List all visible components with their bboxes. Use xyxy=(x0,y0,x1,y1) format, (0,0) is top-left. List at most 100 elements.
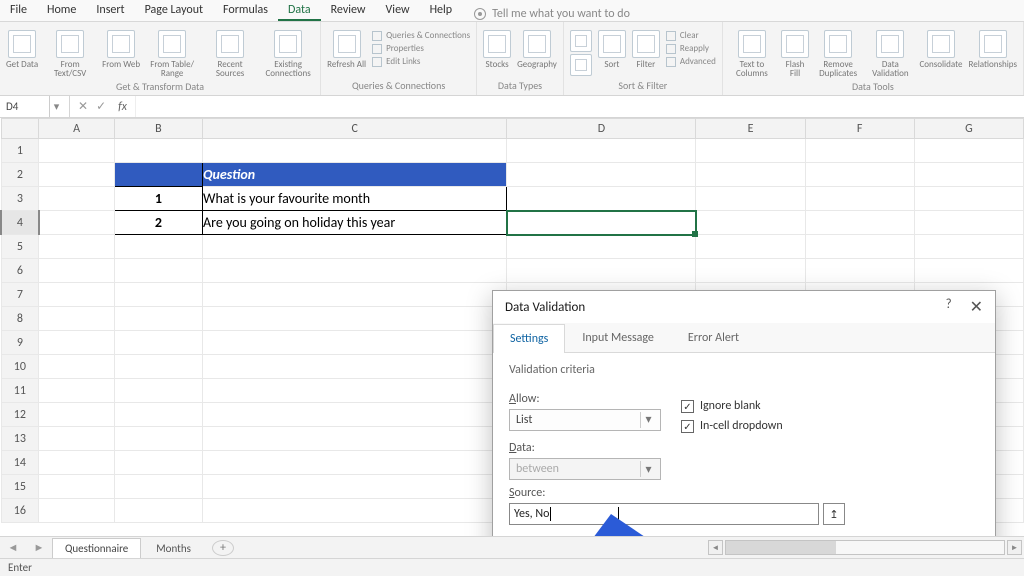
dialog-tab-input-message[interactable]: Input Message xyxy=(565,323,671,352)
col-D[interactable]: D xyxy=(507,119,696,139)
row-1[interactable]: 1 xyxy=(1,139,39,163)
from-textcsv-button[interactable]: From Text/CSV xyxy=(44,26,96,78)
clear-filter-button[interactable]: Clear xyxy=(666,30,716,41)
refresh-all-button[interactable]: Refresh All xyxy=(327,26,366,69)
name-box-dropdown-icon[interactable]: ▾ xyxy=(49,96,63,117)
sort-label: Sort xyxy=(604,60,619,69)
stocks-button[interactable]: Stocks xyxy=(483,26,511,69)
sheet-nav-next-icon[interactable]: ► xyxy=(26,541,52,554)
row-6[interactable]: 6 xyxy=(1,259,39,283)
cell-C4[interactable]: Are you going on holiday this year xyxy=(203,211,507,235)
col-C[interactable]: C xyxy=(203,119,507,139)
row-16[interactable]: 16 xyxy=(1,499,39,523)
cell-B4[interactable]: 2 xyxy=(114,211,202,235)
from-web-icon xyxy=(107,30,135,58)
text-to-columns-button[interactable]: Text to Columns xyxy=(729,26,775,78)
dialog-close-button[interactable]: ✕ xyxy=(970,297,983,317)
existing-connections-button[interactable]: Existing Connections xyxy=(262,26,314,78)
tab-data[interactable]: Data xyxy=(278,0,321,21)
reapply-label: Reapply xyxy=(680,43,709,54)
row-13[interactable]: 13 xyxy=(1,427,39,451)
row-8[interactable]: 8 xyxy=(1,307,39,331)
reapply-button[interactable]: Reapply xyxy=(666,43,716,54)
dialog-help-button[interactable]: ? xyxy=(946,297,952,317)
name-box[interactable]: D4 ▾ xyxy=(0,96,70,117)
col-E[interactable]: E xyxy=(696,119,805,139)
cancel-entry-icon[interactable]: ✕ xyxy=(78,99,88,114)
filter-button[interactable]: Filter xyxy=(632,26,660,69)
row-2[interactable]: 2 xyxy=(1,163,39,187)
cell-B2[interactable] xyxy=(114,163,202,187)
properties-button[interactable]: Properties xyxy=(372,43,470,54)
row-14[interactable]: 14 xyxy=(1,451,39,475)
edit-links-button[interactable]: Edit Links xyxy=(372,56,470,67)
remove-duplicates-button[interactable]: Remove Duplicates xyxy=(815,26,861,78)
scroll-left-icon[interactable]: ◄ xyxy=(708,540,723,555)
get-data-button[interactable]: Get Data xyxy=(6,26,38,69)
tell-me-search[interactable]: Tell me what you want to do xyxy=(474,7,630,21)
tab-pagelayout[interactable]: Page Layout xyxy=(135,0,213,21)
fx-icon[interactable]: fx xyxy=(114,100,127,114)
cell-C2[interactable]: Question xyxy=(203,163,507,187)
cell-C3[interactable]: What is your favourite month xyxy=(203,187,507,211)
confirm-entry-icon[interactable]: ✓ xyxy=(96,99,106,114)
dialog-tab-settings[interactable]: Settings xyxy=(493,324,565,353)
sheet-tab-questionnaire[interactable]: Questionnaire xyxy=(52,538,141,558)
tab-file[interactable]: File xyxy=(0,0,37,21)
row-12[interactable]: 12 xyxy=(1,403,39,427)
horizontal-scrollbar[interactable]: ◄ ► xyxy=(234,540,1024,555)
col-A[interactable]: A xyxy=(39,119,115,139)
source-range-picker-button[interactable]: ↥ xyxy=(823,503,845,525)
scroll-track[interactable] xyxy=(725,540,1005,555)
row-3[interactable]: 3 xyxy=(1,187,39,211)
tab-view[interactable]: View xyxy=(376,0,420,21)
row-10[interactable]: 10 xyxy=(1,355,39,379)
advanced-filter-button[interactable]: Advanced xyxy=(666,56,716,67)
col-B[interactable]: B xyxy=(114,119,202,139)
scroll-right-icon[interactable]: ► xyxy=(1007,540,1022,555)
tab-review[interactable]: Review xyxy=(321,0,376,21)
incell-dropdown-checkbox[interactable]: ✓ In-cell dropdown xyxy=(681,419,783,433)
dialog-tab-error-alert[interactable]: Error Alert xyxy=(671,323,756,352)
from-table-button[interactable]: From Table/ Range xyxy=(146,26,198,78)
sort-za-icon xyxy=(570,54,592,76)
recent-sources-button[interactable]: Recent Sources xyxy=(204,26,256,78)
consolidate-button[interactable]: Consolidate xyxy=(919,26,962,69)
tab-help[interactable]: Help xyxy=(420,0,463,21)
geography-button[interactable]: Geography xyxy=(517,26,557,69)
scroll-thumb[interactable] xyxy=(726,541,836,554)
tab-formulas[interactable]: Formulas xyxy=(213,0,278,21)
sheet-tab-months[interactable]: Months xyxy=(143,538,204,558)
row-4[interactable]: 4 xyxy=(1,211,39,235)
row-11[interactable]: 11 xyxy=(1,379,39,403)
row-5[interactable]: 5 xyxy=(1,235,39,259)
cell-B3[interactable]: 1 xyxy=(114,187,202,211)
sort-button[interactable]: Sort xyxy=(598,26,626,69)
data-validation-button[interactable]: Data Validation xyxy=(867,26,913,78)
sort-az-button[interactable] xyxy=(570,26,592,76)
source-input[interactable]: Yes, No xyxy=(509,503,819,525)
tab-home[interactable]: Home xyxy=(37,0,86,21)
queries-connections-button[interactable]: Queries & Connections xyxy=(372,30,470,41)
relationships-button[interactable]: Relationships xyxy=(968,26,1017,69)
from-web-button[interactable]: From Web xyxy=(102,26,140,69)
sheet-nav-prev-icon[interactable]: ◄ xyxy=(0,541,26,554)
incell-dropdown-label: In-cell dropdown xyxy=(700,419,783,433)
refresh-all-icon xyxy=(333,30,361,58)
data-label: Data: xyxy=(509,441,979,455)
cell-D4-active[interactable] xyxy=(507,211,696,235)
chevron-down-icon: ▾ xyxy=(640,412,656,428)
row-7[interactable]: 7 xyxy=(1,283,39,307)
worksheet-grid[interactable]: A B C D E F G 1 2 Question 3 1 What is y… xyxy=(0,118,1024,536)
row-15[interactable]: 15 xyxy=(1,475,39,499)
add-sheet-button[interactable]: + xyxy=(212,540,234,556)
tab-insert[interactable]: Insert xyxy=(86,0,134,21)
select-all-corner[interactable] xyxy=(1,119,39,139)
allow-dropdown[interactable]: List ▾ xyxy=(509,409,661,431)
flash-fill-button[interactable]: Flash Fill xyxy=(781,26,809,78)
row-9[interactable]: 9 xyxy=(1,331,39,355)
col-F[interactable]: F xyxy=(805,119,914,139)
name-box-value: D4 xyxy=(6,100,18,113)
ignore-blank-checkbox[interactable]: ✓ Ignore blank xyxy=(681,399,783,413)
col-G[interactable]: G xyxy=(914,119,1023,139)
